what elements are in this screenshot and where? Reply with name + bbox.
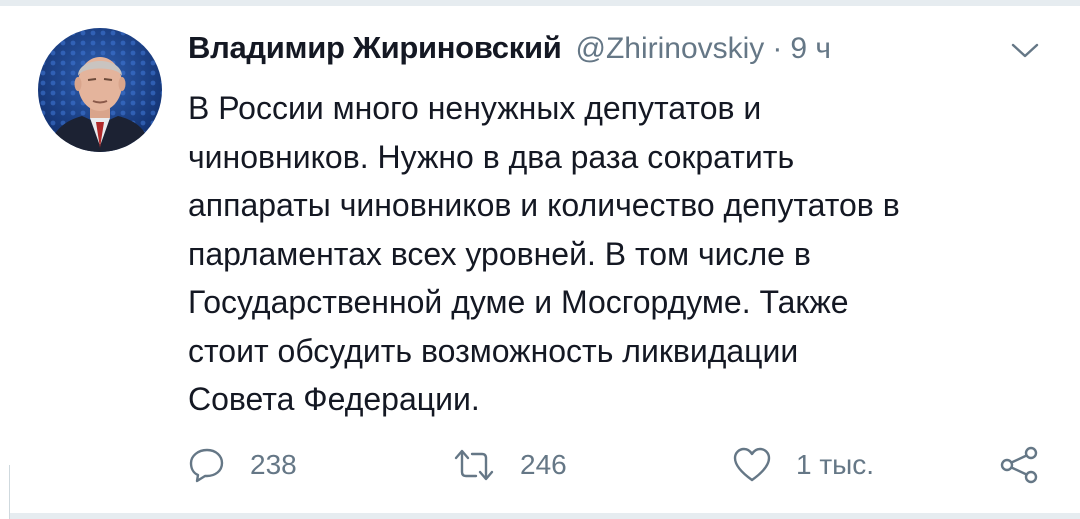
reply-count: 238 bbox=[250, 449, 297, 480]
tweet-text-line: чиновников. Нужно в два раза сократить bbox=[188, 138, 795, 175]
tweet-text-line: стоит обсудить возможность ликвидации bbox=[188, 332, 799, 369]
share-icon bbox=[1000, 446, 1038, 484]
like-count: 1 тыс. bbox=[796, 449, 875, 480]
header-separator: · bbox=[772, 32, 783, 65]
share-button[interactable] bbox=[998, 440, 1040, 490]
chevron-down-icon bbox=[1011, 43, 1039, 58]
tweet-actions: 238 246 1 тыс. bbox=[188, 440, 1048, 490]
author-handle[interactable]: @Zhirinovskiy bbox=[575, 32, 764, 66]
bottom-divider bbox=[10, 513, 1080, 519]
tweet-text-line: Совета Федерации. bbox=[188, 381, 480, 417]
tweet-menu-button[interactable] bbox=[1008, 40, 1042, 62]
top-divider bbox=[0, 0, 1080, 6]
tweet-text-line: В России много ненужных депутатов и bbox=[188, 90, 762, 126]
tweet-text-line: аппараты чиновников и количество депутат… bbox=[188, 187, 900, 223]
retweet-count: 246 bbox=[520, 449, 567, 480]
retweet-icon bbox=[454, 449, 494, 481]
retweet-button[interactable]: 246 bbox=[452, 440, 567, 490]
left-edge-divider bbox=[0, 465, 10, 519]
reply-icon bbox=[189, 448, 224, 483]
like-button[interactable]: 1 тыс. bbox=[732, 440, 874, 490]
tweet-timestamp[interactable]: 9 ч bbox=[790, 32, 831, 66]
author-name[interactable]: Владимир Жириновский bbox=[188, 30, 562, 66]
reply-button[interactable]: 238 bbox=[188, 440, 297, 490]
avatar[interactable] bbox=[38, 28, 162, 152]
tweet-text: В России много ненужных депутатов и чино… bbox=[188, 84, 1048, 424]
tweet-text-line: Государственной думе и Мосгордуме. Также bbox=[188, 284, 849, 320]
tweet-text-line: парламентах всех уровней. В том числе в bbox=[188, 235, 811, 272]
tweet-header: Владимир Жириновский @Zhirinovskiy · 9 ч bbox=[188, 30, 831, 70]
heart-icon bbox=[733, 447, 771, 482]
